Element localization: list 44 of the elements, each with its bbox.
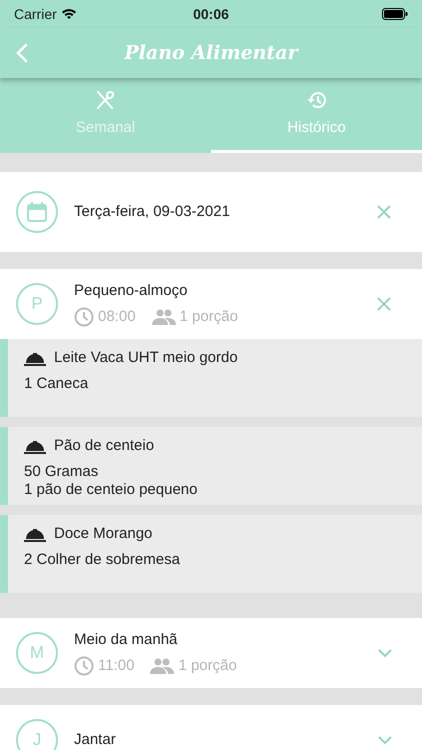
people-icon [152, 309, 176, 326]
meal-name: Meio da manhã [74, 630, 178, 650]
close-button[interactable] [376, 204, 392, 220]
cloche-icon [24, 350, 46, 366]
portion-count: 1 porção [180, 307, 238, 327]
wifi-icon [60, 8, 77, 20]
food-quantity: 1 Caneca [24, 375, 90, 393]
cloche-icon [24, 526, 46, 542]
food-name: Doce Morango [54, 525, 152, 543]
back-icon [16, 43, 28, 63]
food-quantity: 1 pão de centeio pequeno [24, 481, 198, 499]
meal-name: Jantar [74, 730, 117, 750]
expand-button[interactable] [378, 736, 392, 744]
food-name: Leite Vaca UHT meio gordo [54, 349, 238, 367]
carrier-label: Carrier [14, 4, 57, 24]
meal-time: 08:00 [98, 307, 136, 327]
cutlery-icon [94, 88, 116, 111]
meal-initial: J [16, 719, 58, 750]
people-icon [150, 658, 174, 674]
food-quantity: 50 Gramas [24, 463, 100, 481]
meal-initial: M [16, 632, 58, 674]
meal-time: 11:00 [98, 656, 134, 676]
chevron-down-icon [378, 648, 392, 658]
clock-icon [74, 656, 94, 676]
meal-name: Pequeno-almoço [74, 280, 188, 300]
meal-initial: P [16, 283, 58, 325]
portion-count: 1 porção [178, 656, 237, 676]
clock-icon [74, 307, 94, 328]
status-time: 00:06 [192, 4, 230, 24]
cloche-icon [24, 438, 46, 454]
screen-title: Plano Alimentar [123, 40, 300, 66]
calendar-icon [26, 201, 48, 223]
tab[interactable]: Semanal [0, 78, 211, 153]
food-quantity: 2 Colher de sobremesa [24, 551, 181, 569]
tab[interactable]: Histórico [211, 78, 422, 153]
close-icon [376, 204, 392, 220]
chevron-down-icon [378, 736, 392, 744]
close-button[interactable] [376, 296, 392, 312]
date-label: Terça-feira, 09-03-2021 [74, 202, 231, 222]
battery-icon [382, 8, 408, 20]
close-icon [376, 296, 392, 312]
back-button[interactable] [16, 43, 28, 63]
expand-button[interactable] [378, 648, 392, 658]
food-name: Pão de centeio [54, 437, 154, 455]
